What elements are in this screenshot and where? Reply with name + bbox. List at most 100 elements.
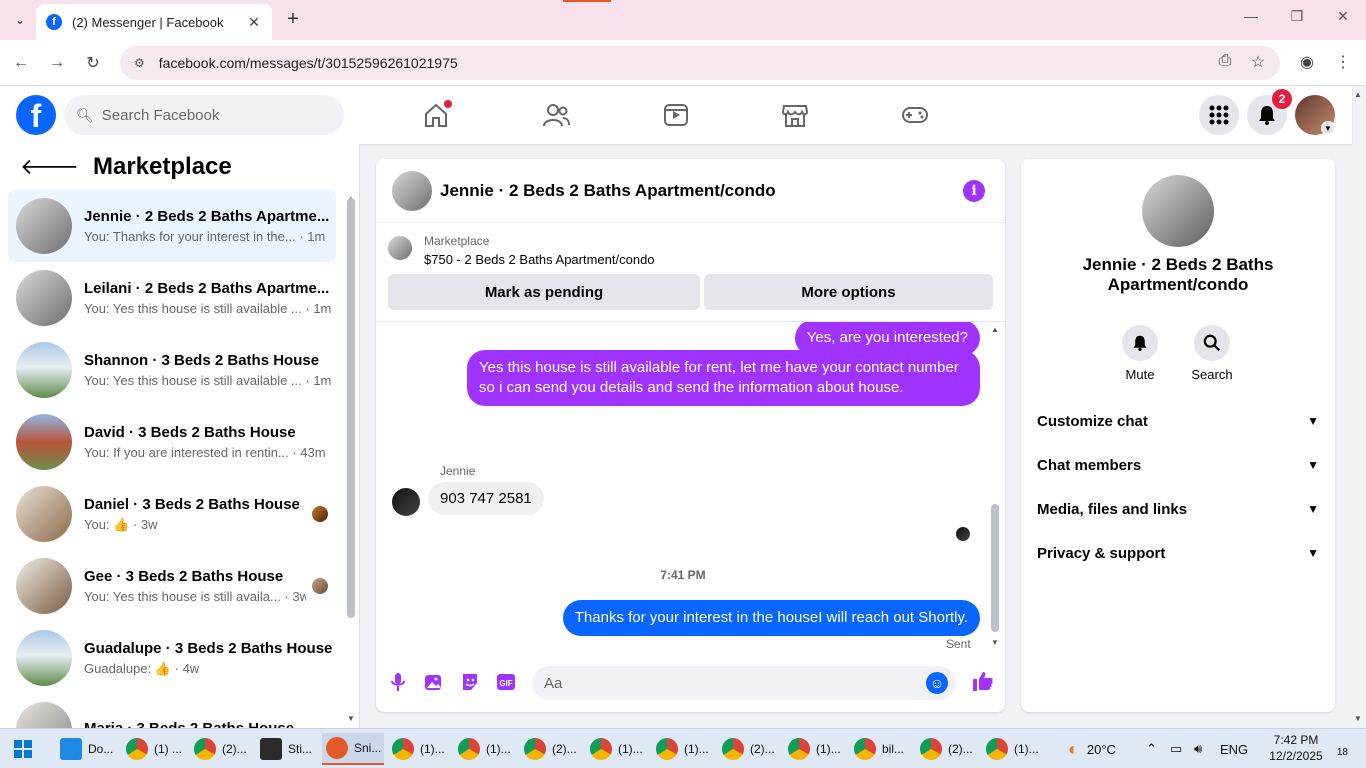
browser-menu-icon[interactable]: ⋮ xyxy=(1332,52,1354,72)
section-label: Media, files and links xyxy=(1037,500,1188,518)
back-arrow-icon[interactable]: ← xyxy=(10,52,32,74)
tab-close-icon[interactable]: ✕ xyxy=(246,14,262,31)
taskbar-chrome-window[interactable]: (1) ... xyxy=(122,733,186,765)
conversation-item[interactable]: Maria · 3 Beds 2 Baths House xyxy=(8,694,336,728)
browser-tab-messenger[interactable]: f (2) Messenger | Facebook ✕ xyxy=(36,4,272,40)
volume-icon[interactable]: 🔊︎ xyxy=(1194,729,1202,768)
listing-price-title[interactable]: $750 - 2 Beds 2 Baths Apartment/condo xyxy=(424,252,655,267)
like-thumbs-up-icon[interactable] xyxy=(972,670,994,692)
conversation-item[interactable]: Gee · 3 Beds 2 Baths House You: Yes this… xyxy=(8,550,336,622)
chat-listing-avatar[interactable] xyxy=(392,170,432,211)
emoji-smiley-icon[interactable]: ☺ xyxy=(926,672,948,694)
chat-scroll-up-icon[interactable]: ▲ xyxy=(991,325,999,334)
taskbar-chrome-window[interactable]: (1)... xyxy=(982,733,1044,765)
sticker-icon[interactable] xyxy=(459,671,481,693)
mark-as-pending-button[interactable]: Mark as pending xyxy=(388,274,700,310)
listing-avatar[interactable] xyxy=(1142,175,1214,247)
account-chevron-down-icon[interactable]: ▼ xyxy=(1321,121,1335,135)
conversation-item[interactable]: David · 3 Beds 2 Baths House You: If you… xyxy=(8,406,336,478)
chat-title[interactable]: Jennie · 2 Beds 2 Baths Apartment/condo xyxy=(440,181,963,201)
scroll-down-arrow-icon[interactable]: ▼ xyxy=(347,714,355,723)
chat-scrollbar[interactable] xyxy=(991,504,999,632)
profile-icon[interactable]: ◉ xyxy=(1296,52,1318,72)
photo-icon[interactable] xyxy=(423,671,445,693)
close-window-icon[interactable]: ✕ xyxy=(1328,8,1358,25)
facebook-search-input[interactable]: 🔍︎ Search Facebook xyxy=(64,95,344,135)
chat-scroll-down-icon[interactable]: ▼ xyxy=(991,638,999,647)
language-indicator[interactable]: ENG xyxy=(1220,729,1248,768)
taskbar-sticky-notes[interactable]: Sti... xyxy=(256,733,318,765)
gaming-icon[interactable] xyxy=(901,102,929,128)
facebook-top-nav: f 🔍︎ Search Facebook 2 ▼ xyxy=(0,86,1352,144)
conversation-item[interactable]: Shannon · 3 Beds 2 Baths House You: Yes … xyxy=(8,334,336,406)
tab-title: (2) Messenger | Facebook xyxy=(72,14,224,30)
taskbar-chrome-window[interactable]: bil... xyxy=(850,733,912,765)
listing-thumbnail xyxy=(16,342,72,398)
customize-chat-row[interactable]: Customize chat ▼ xyxy=(1037,403,1319,439)
site-settings-icon[interactable]: ⚙ xyxy=(134,56,145,70)
windows-start-icon[interactable] xyxy=(14,740,32,758)
listing-thumbnail xyxy=(16,198,72,254)
network-icon[interactable]: ▭ xyxy=(1170,729,1182,768)
menu-grid-button[interactable] xyxy=(1199,95,1239,135)
tab-search-chevron-icon[interactable]: ⌄ xyxy=(8,8,32,32)
taskbar-chrome-window[interactable]: (1)... xyxy=(784,733,846,765)
conversation-list-scrollbar[interactable] xyxy=(347,198,355,618)
facebook-logo-icon[interactable]: f xyxy=(16,95,56,135)
page-scroll-down-icon[interactable]: ▼ xyxy=(1354,714,1362,723)
video-icon[interactable] xyxy=(662,102,690,128)
notification-center-icon[interactable]: 18 xyxy=(1326,740,1348,758)
snipping-tool-icon xyxy=(326,737,348,759)
marketplace-label: Marketplace xyxy=(424,234,490,248)
weather-widget[interactable]: ◐ 20°C xyxy=(1068,729,1116,768)
taskbar-chrome-window[interactable]: (2)... xyxy=(718,733,780,765)
chat-members-row[interactable]: Chat members ▼ xyxy=(1037,447,1319,483)
message-input[interactable]: Aa ☺ xyxy=(532,666,956,700)
search-action[interactable]: Search xyxy=(1177,325,1247,382)
page-scroll-up-icon[interactable]: ▲ xyxy=(1354,90,1362,99)
listing-mini-thumbnail xyxy=(388,236,412,260)
marketplace-icon[interactable] xyxy=(781,102,809,128)
conversation-item[interactable]: Jennie · 2 Beds 2 Baths Apartme... You: … xyxy=(8,190,336,262)
taskbar-chrome-window[interactable]: (1)... xyxy=(652,733,714,765)
info-icon[interactable]: i xyxy=(963,179,985,202)
tray-overflow-chevron-icon[interactable]: ⌃ xyxy=(1146,729,1157,768)
mute-label: Mute xyxy=(1125,367,1155,382)
search-placeholder: Search Facebook xyxy=(101,106,220,124)
taskbar-chrome-window[interactable]: (1)... xyxy=(586,733,648,765)
more-options-button[interactable]: More options xyxy=(704,274,993,310)
conversation-preview: You: Yes this house is still available .… xyxy=(84,301,332,316)
conversation-item[interactable]: Leilani · 2 Beds 2 Baths Apartme... You:… xyxy=(8,262,336,334)
forward-arrow-icon[interactable]: → xyxy=(46,52,68,74)
reload-icon[interactable]: ↻ xyxy=(82,52,104,74)
install-app-icon[interactable]: ⎙ xyxy=(1214,52,1236,70)
system-clock[interactable]: 7:42 PM 12/2/2025 xyxy=(1256,732,1336,764)
taskbar-chrome-window[interactable]: (2)... xyxy=(520,733,582,765)
panel-title: Marketplace xyxy=(93,153,232,180)
mute-action[interactable]: Mute xyxy=(1105,325,1175,382)
url-omnibox[interactable]: ⚙ facebook.com/messages/t/30152596261021… xyxy=(120,46,1280,80)
chrome-icon xyxy=(854,738,876,760)
gif-icon[interactable]: GIF xyxy=(495,671,517,693)
media-files-links-row[interactable]: Media, files and links ▼ xyxy=(1037,491,1319,527)
taskbar-chrome-window[interactable]: (1)... xyxy=(388,733,450,765)
taskbar-chrome-window[interactable]: (1)... xyxy=(454,733,516,765)
new-tab-plus-icon[interactable]: + xyxy=(282,8,304,30)
taskbar-snipping-tool[interactable]: Sni... xyxy=(322,733,384,765)
taskbar-downloads[interactable]: Do... xyxy=(56,733,118,765)
taskbar-chrome-window[interactable]: (2)... xyxy=(190,733,252,765)
bookmark-star-icon[interactable]: ☆ xyxy=(1247,52,1269,72)
conversation-item[interactable]: Guadalupe · 3 Beds 2 Baths House Guadalu… xyxy=(8,622,336,694)
minimize-icon[interactable]: — xyxy=(1236,8,1266,24)
friends-icon[interactable] xyxy=(542,102,570,128)
restore-icon[interactable]: ❐ xyxy=(1282,8,1312,25)
chrome-icon xyxy=(920,738,942,760)
conversation-item[interactable]: Daniel · 3 Beds 2 Baths House You: 👍 · 3… xyxy=(8,478,336,550)
privacy-support-row[interactable]: Privacy & support ▼ xyxy=(1037,535,1319,571)
back-arrow-icon[interactable]: 🡐 xyxy=(20,154,79,180)
message-timestamp: 7:41 PM xyxy=(660,568,706,582)
listing-thumbnail xyxy=(16,270,72,326)
conversation-name: Gee · 3 Beds 2 Baths House xyxy=(84,568,284,585)
microphone-icon[interactable] xyxy=(387,671,409,693)
taskbar-chrome-window[interactable]: (2)... xyxy=(916,733,978,765)
